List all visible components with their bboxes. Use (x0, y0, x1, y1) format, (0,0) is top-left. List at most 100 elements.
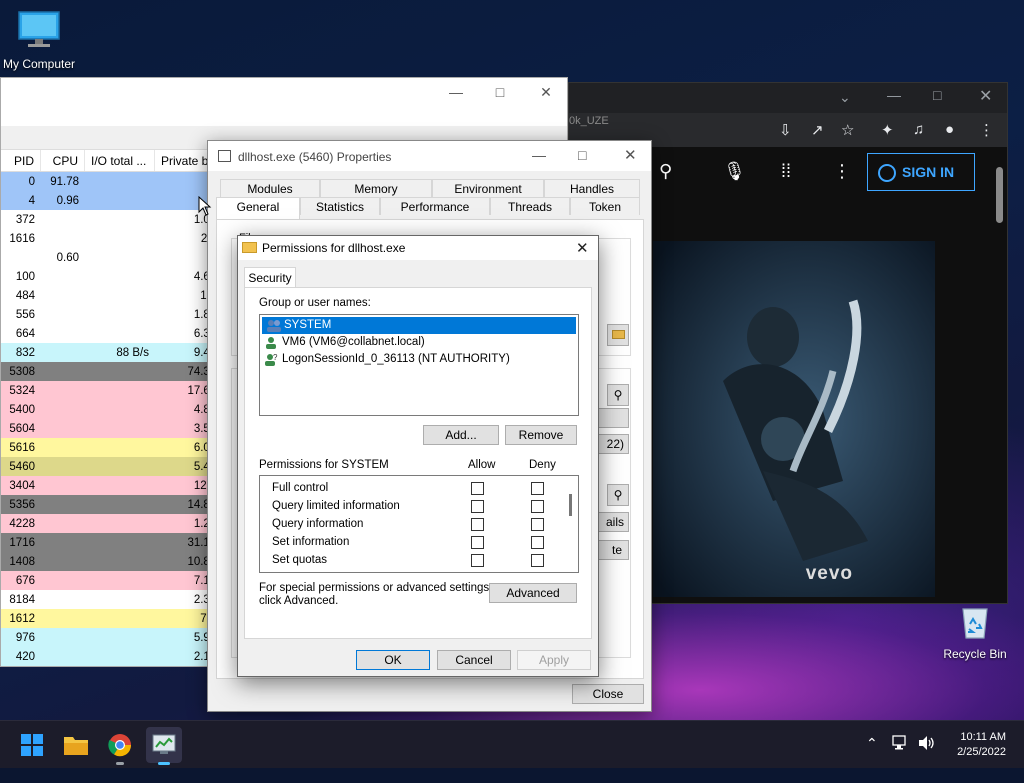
table-cell-cpu: 0.96 (56, 194, 79, 207)
advanced-button[interactable]: Advanced (489, 583, 577, 603)
process-hacker-icon (152, 734, 176, 759)
scrollbar-thumb[interactable] (569, 494, 572, 516)
properties-titlebar: dllhost.exe (5460) Properties — □ ✕ (208, 141, 651, 171)
table-cell-pid: 5460 (9, 460, 35, 473)
allow-checkbox[interactable] (471, 554, 484, 567)
open-folder-button[interactable] (607, 324, 629, 346)
close-button[interactable]: ✕ (531, 84, 561, 102)
minimize-button[interactable]: — (441, 84, 471, 102)
allow-checkbox[interactable] (471, 518, 484, 531)
apps-grid-icon[interactable]: ⁞⁞ (781, 161, 791, 182)
minimize-button[interactable]: — (887, 87, 901, 103)
allow-checkbox[interactable] (471, 536, 484, 549)
download-icon[interactable]: ⇩ (779, 121, 792, 139)
list-item-system[interactable]: SYSTEM (262, 317, 576, 334)
folder-icon (611, 330, 625, 339)
maximize-button[interactable]: □ (933, 87, 941, 103)
field-button[interactable] (597, 408, 629, 428)
column-header-io[interactable]: I/O total ... (85, 150, 155, 171)
tab-environment[interactable]: Environment (432, 179, 544, 197)
scrollbar-thumb[interactable] (996, 167, 1003, 223)
settings-kebab-icon[interactable]: ⋮ (833, 161, 851, 182)
column-header-pid[interactable]: PID (1, 150, 41, 171)
bookmark-star-icon[interactable]: ☆ (841, 121, 854, 139)
chevron-up-icon[interactable]: ⌃ (866, 735, 878, 783)
tab-handles[interactable]: Handles (544, 179, 640, 197)
extensions-icon[interactable]: ✦ (881, 121, 894, 139)
user-list[interactable]: SYSTEM VM6 (VM6@collabnet.local) ? Logon… (259, 314, 579, 416)
share-icon[interactable]: ↗ (811, 121, 824, 139)
close-button[interactable]: ✕ (624, 146, 637, 164)
table-cell-pid: 832 (15, 346, 35, 359)
system-clock[interactable]: 10:11 AM 2/25/2022 (957, 730, 1006, 760)
tab-performance[interactable]: Performance (380, 197, 490, 215)
allow-checkbox[interactable] (471, 482, 484, 495)
microphone-icon[interactable]: 🎙 (723, 161, 746, 182)
deny-checkbox[interactable] (531, 536, 544, 549)
speaker-icon[interactable] (918, 735, 936, 783)
close-properties-button[interactable]: Close (572, 684, 644, 704)
tab-security[interactable]: Security (244, 267, 296, 288)
tab-statistics[interactable]: Statistics (300, 197, 380, 215)
tab-memory[interactable]: Memory (320, 179, 432, 197)
close-icon[interactable]: ✕ (576, 239, 589, 257)
table-cell-pid: 976 (15, 631, 35, 644)
permission-list[interactable]: Full control Query limited information Que… (259, 475, 579, 573)
properties-tabstrip: Modules Memory Environment Handles Gener… (216, 179, 644, 219)
sign-in-button[interactable]: SIGN IN (867, 153, 975, 191)
table-cell-cpu: 0.60 (56, 251, 79, 264)
profile-icon[interactable]: ● (945, 121, 954, 138)
taskbar-file-explorer[interactable] (58, 727, 94, 763)
kebab-menu-icon[interactable]: ⋮ (979, 121, 994, 139)
table-cell-pid: 664 (15, 327, 35, 340)
sign-in-label: SIGN IN (902, 164, 955, 180)
tab-threads[interactable]: Threads (490, 197, 570, 215)
add-user-button[interactable]: Add... (423, 425, 499, 445)
taskbar-chrome[interactable] (102, 727, 138, 765)
table-cell-pid: 372 (15, 213, 35, 226)
inspect-parent-button[interactable]: ⚲ (607, 384, 629, 406)
desktop-icon-my-computer[interactable]: My Computer (0, 10, 78, 71)
chevron-down-icon[interactable]: ⌄ (839, 89, 851, 106)
process-window-titlebar: — □ ✕ (1, 78, 567, 126)
maximize-button[interactable]: □ (485, 84, 515, 102)
table-cell-pid: 0 (28, 175, 35, 188)
list-item-logon-session[interactable]: ? LogonSessionId_0_36113 (NT AUTHORITY) (260, 351, 578, 368)
tab-token[interactable]: Token (570, 197, 640, 215)
search-icon[interactable]: ⚲ (659, 161, 672, 182)
cancel-button[interactable]: Cancel (437, 650, 511, 670)
deny-checkbox[interactable] (531, 554, 544, 567)
deny-column-label: Deny (529, 459, 556, 471)
tab-general[interactable]: General (216, 197, 300, 219)
tab-modules[interactable]: Modules (220, 179, 320, 197)
account-circle-icon (878, 164, 896, 183)
media-queue-icon[interactable]: ♫ (913, 121, 924, 138)
list-item-vm6[interactable]: VM6 (VM6@collabnet.local) (260, 334, 578, 351)
table-cell-pid: 1616 (9, 232, 35, 245)
count-button[interactable]: 22) (597, 434, 629, 454)
deny-checkbox[interactable] (531, 482, 544, 495)
start-button[interactable] (14, 727, 50, 763)
maximize-button[interactable]: □ (578, 147, 586, 163)
taskbar-process-hacker[interactable] (146, 727, 182, 765)
allow-checkbox[interactable] (471, 500, 484, 513)
deny-checkbox[interactable] (531, 500, 544, 513)
mouse-cursor (198, 196, 212, 216)
deny-checkbox[interactable] (531, 518, 544, 531)
browser-titlebar: ⌄ — □ ✕ (569, 83, 1007, 113)
permissions-dialog[interactable]: Permissions for dllhost.exe ✕ Security G… (237, 235, 599, 677)
address-bar-fragment[interactable]: 0k_UZE (569, 115, 609, 127)
folder-icon (242, 242, 257, 253)
close-button[interactable]: ✕ (979, 86, 992, 106)
video-player[interactable]: vevo (653, 241, 935, 597)
remove-user-button[interactable]: Remove (505, 425, 577, 445)
file-explorer-icon (63, 737, 89, 759)
apply-button[interactable]: Apply (517, 650, 591, 670)
minimize-button[interactable]: — (532, 147, 546, 163)
clock-time: 10:11 AM (960, 731, 1006, 743)
desktop-icon-recycle-bin[interactable]: Recycle Bin (936, 604, 1014, 661)
network-icon[interactable] (892, 735, 910, 783)
ok-button[interactable]: OK (356, 650, 430, 670)
column-header-cpu[interactable]: CPU (41, 150, 85, 171)
inspect-button[interactable]: ⚲ (607, 484, 629, 506)
